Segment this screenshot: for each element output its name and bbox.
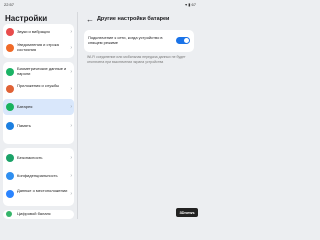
battery-settings-pane: ← Другие настройки батареи Подключение к… [78,10,200,219]
apps-icon [6,85,14,93]
notification-icon [6,44,14,52]
sleep-network-toggle[interactable] [176,37,190,44]
chevron-right-icon: › [70,69,72,75]
sidebar-item-security[interactable]: Безопасность › [3,150,74,166]
battery-icon [6,103,14,111]
sidebar-item-digital-balance[interactable]: Цифровой баланс [3,210,74,219]
setting-description: Wi-Fi соединение или мобильная передача … [87,55,186,64]
sidebar-item-label: Уведомления и строка состояния [17,42,59,52]
sidebar-item-location[interactable]: Данные о местоположении › [3,186,74,202]
chevron-right-icon: › [70,173,72,179]
privacy-icon [6,172,14,180]
chevron-right-icon: › [70,29,72,35]
chevron-right-icon: › [70,155,72,161]
sound-icon [6,28,14,36]
storage-icon [6,122,14,130]
sidebar-item-notifications[interactable]: Уведомления и строка состояния › [3,40,74,56]
status-icons: ▾ ▮ 67 [185,2,196,7]
shield-icon [6,154,14,162]
hourglass-icon [6,211,12,217]
settings-card-1: Звуки и вибрация › Уведомления и строка … [3,24,74,58]
sidebar-item-label: Данные о местоположении [17,188,68,193]
settings-sidebar: Настройки Звуки и вибрация › Уведомления… [0,10,77,219]
location-icon [6,190,14,198]
sidebar-title: Настройки [5,14,48,23]
sidebar-item-battery[interactable]: Батарея › [3,99,74,115]
fingerprint-icon [6,68,14,76]
chevron-right-icon: › [70,45,72,51]
sidebar-item-label: Цифровой баланс [17,211,51,216]
status-time: 22:57 [4,2,15,7]
sidebar-item-label: Приложения и службы [17,83,60,88]
settings-card-4: Цифровой баланс [3,210,74,219]
sidebar-item-label: Звуки и вибрация [17,29,50,34]
page-title: Другие настройки батареи [97,16,170,22]
sidebar-item-sounds[interactable]: Звуки и вибрация › [3,24,74,40]
watermark-logo: 3Dnews [176,208,198,217]
sidebar-item-apps[interactable]: Приложения и службы › [3,81,74,97]
chevron-right-icon: › [70,104,72,110]
chevron-right-icon: › [70,191,72,197]
back-arrow-icon[interactable]: ← [86,15,94,24]
chevron-right-icon: › [70,86,72,92]
setting-label: Подключение к сети, когда устройство в с… [88,35,163,45]
sidebar-item-label: Батарея [17,104,33,109]
sidebar-item-label: Память [17,123,31,128]
status-bar: 22:57 ▾ ▮ 67 [0,0,200,10]
settings-card-2: Биометрические данные и пароли › Приложе… [3,62,74,144]
sidebar-item-label: Биометрические данные и пароли [17,66,67,76]
chevron-right-icon: › [70,123,72,129]
sidebar-item-biometrics[interactable]: Биометрические данные и пароли › [3,64,74,80]
sleep-network-setting[interactable]: Подключение к сети, когда устройство в с… [84,30,194,52]
sidebar-item-privacy[interactable]: Конфиденциальность › [3,168,74,184]
sidebar-item-label: Безопасность [17,155,43,160]
sidebar-item-label: Конфиденциальность [17,173,58,178]
settings-card-3: Безопасность › Конфиденциальность › Данн… [3,148,74,206]
sidebar-item-storage[interactable]: Память › [3,118,74,134]
